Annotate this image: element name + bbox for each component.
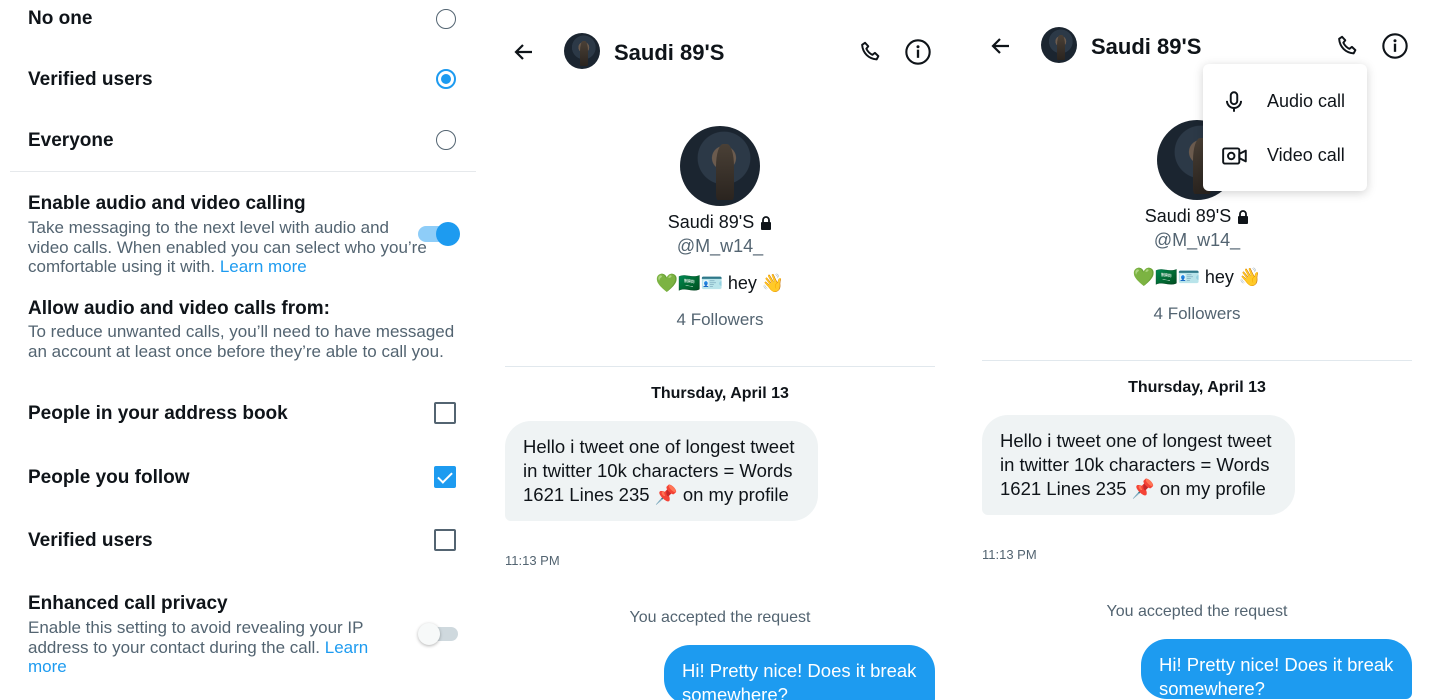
profile-handle: @M_w14_	[676, 236, 764, 256]
radio-no-one[interactable]	[436, 9, 456, 29]
checkbox-verified-users[interactable]	[434, 529, 456, 551]
allow-calls-description: To reduce unwanted calls, you’ll need to…	[28, 322, 455, 361]
profile-name-text: Saudi 89'S	[667, 212, 755, 232]
allow-calls-title: Allow audio and video calls from:	[28, 298, 330, 319]
system-message: You accepted the request	[629, 609, 811, 626]
contact-name[interactable]: Saudi 89'S	[1091, 34, 1201, 60]
verified-label: Verified users	[28, 530, 153, 551]
followers-count[interactable]: 4 Followers	[977, 304, 1417, 324]
video-call-label: Video call	[1267, 145, 1345, 165]
microphone-icon	[1225, 91, 1243, 112]
profile-bio: 💚🇸🇦🪪 hey 👋	[1132, 267, 1262, 287]
privacy-toggle[interactable]	[418, 623, 458, 645]
conversation-panel: Saudi 89'S Saudi 89'S @M_w14_ 💚🇸🇦🪪 hey 👋…	[500, 0, 940, 700]
back-arrow-icon[interactable]	[989, 34, 1013, 58]
people-follow-label: People you follow	[28, 467, 190, 488]
calling-description: Take messaging to the next level with au…	[28, 218, 428, 277]
privacy-desc-text: Enable this setting to avoid revealing y…	[28, 618, 364, 657]
info-icon[interactable]	[1381, 32, 1409, 60]
call-settings-panel: No one Verified users Everyone Enable au…	[0, 0, 480, 700]
radio-everyone[interactable]	[436, 130, 456, 150]
phone-icon[interactable]	[858, 39, 884, 65]
message-timestamp: 11:13 PM	[982, 547, 1037, 562]
privacy-description: Enable this setting to avoid revealing y…	[28, 618, 398, 677]
call-type-menu: Audio call Video call	[1203, 64, 1367, 191]
followers-count[interactable]: 4 Followers	[500, 310, 940, 330]
incoming-message[interactable]: Hello i tweet one of longest tweet in tw…	[982, 415, 1295, 515]
checkbox-address-book[interactable]	[434, 402, 456, 424]
audio-call-label: Audio call	[1267, 91, 1346, 111]
phone-icon[interactable]	[1335, 33, 1361, 59]
avatar[interactable]	[564, 33, 600, 69]
message-timestamp: 11:13 PM	[505, 553, 560, 568]
incoming-message[interactable]: Hello i tweet one of longest tweet in tw…	[505, 421, 818, 521]
option-no-one-label: No one	[28, 8, 93, 29]
audio-call-item[interactable]: Audio call	[1203, 74, 1367, 128]
video-camera-icon	[1222, 147, 1247, 165]
profile-bio: 💚🇸🇦🪪 hey 👋	[655, 273, 785, 293]
outgoing-message[interactable]: Hi! Pretty nice! Does it break somewhere…	[664, 645, 935, 700]
profile-name-text: Saudi 89'S	[1144, 206, 1232, 226]
calling-learn-more-link[interactable]: Learn more	[220, 257, 307, 276]
profile-name: Saudi 89'S	[977, 206, 1417, 227]
profile-handle: @M_w14_	[1153, 230, 1241, 250]
option-everyone-label: Everyone	[28, 130, 114, 151]
conversation-panel-call-menu: Saudi 89'S Saudi 89'S @M_w14_ 💚🇸🇦🪪 hey 👋…	[977, 0, 1417, 700]
contact-name[interactable]: Saudi 89'S	[614, 40, 724, 66]
checkbox-people-you-follow[interactable]	[434, 466, 456, 488]
calling-title: Enable audio and video calling	[28, 193, 306, 214]
info-icon[interactable]	[904, 38, 932, 66]
radio-verified-users[interactable]	[436, 69, 456, 89]
avatar[interactable]	[1041, 27, 1077, 63]
lock-icon	[761, 216, 772, 231]
profile-name: Saudi 89'S	[500, 212, 940, 233]
privacy-title: Enhanced call privacy	[28, 593, 228, 614]
date-separator: Thursday, April 13	[651, 385, 789, 402]
profile-divider	[505, 366, 935, 367]
calling-toggle[interactable]	[418, 222, 460, 246]
date-separator: Thursday, April 13	[1128, 379, 1266, 396]
back-arrow-icon[interactable]	[512, 40, 536, 64]
address-book-label: People in your address book	[28, 403, 288, 424]
video-call-item[interactable]: Video call	[1203, 128, 1367, 182]
section-divider	[10, 171, 476, 172]
lock-icon	[1238, 210, 1249, 225]
outgoing-message[interactable]: Hi! Pretty nice! Does it break somewhere…	[1141, 639, 1412, 699]
profile-divider	[982, 360, 1412, 361]
option-verified-label: Verified users	[28, 69, 153, 90]
profile-avatar[interactable]	[680, 126, 760, 206]
system-message: You accepted the request	[1106, 603, 1288, 620]
